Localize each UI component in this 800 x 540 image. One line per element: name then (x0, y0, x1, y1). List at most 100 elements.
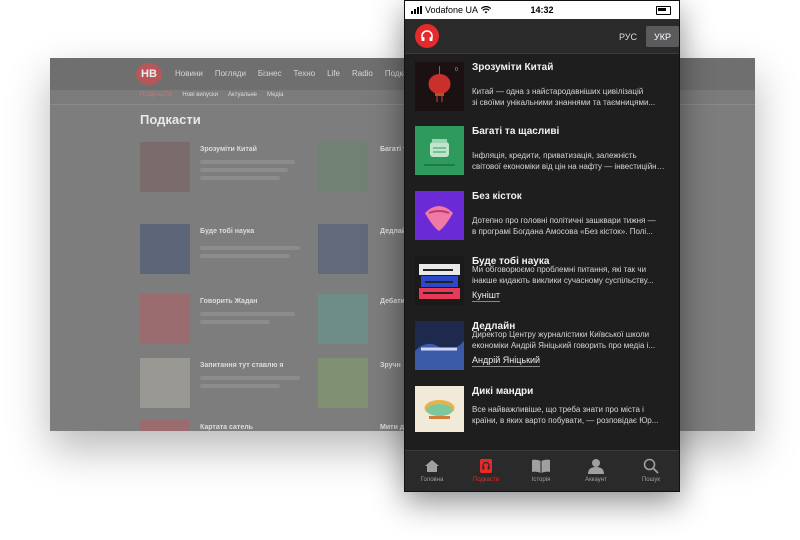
tab-label: Головна (420, 477, 444, 483)
lang-uk-button[interactable]: УКР (646, 26, 679, 47)
desktop-nav-item[interactable]: Техно (293, 69, 315, 78)
podcast-description: Дотепно про головні політичні зашквари т… (472, 215, 668, 237)
text-line (200, 376, 300, 380)
podcast-description: Китай — одна з найстародавніших цивіліза… (472, 86, 668, 108)
desktop-nav-item[interactable]: Новини (175, 69, 203, 78)
headphones-logo-icon[interactable] (415, 24, 439, 48)
podcast-cover (415, 256, 464, 305)
podcast-title: Багаті та щасливі (472, 126, 560, 137)
text-line (200, 384, 280, 388)
podcast-cover (415, 386, 464, 432)
desktop-podcast-row[interactable]: Картата сатель (140, 420, 410, 431)
tab-label: Аккаунт (585, 477, 607, 483)
desktop-thumb (140, 142, 190, 192)
desktop-thumb[interactable] (318, 294, 368, 344)
podcast-cover (415, 321, 464, 370)
desktop-row-title: Зрозуміти Китай (200, 146, 257, 153)
podcast-icon (480, 459, 492, 473)
text-line (200, 176, 280, 180)
podcast-item[interactable]: Багаті та щасливі Інфляція, кредити, при… (405, 118, 679, 183)
desktop-podcast-row[interactable]: Зрозуміти Китай (140, 142, 410, 192)
desktop-thumb (140, 420, 190, 431)
desktop-subnav-item[interactable]: Нові випуски (182, 92, 218, 98)
lang-ru-button[interactable]: РУС (611, 27, 645, 47)
desktop-nav-item[interactable]: Radio (352, 69, 373, 78)
desktop-subnav-items: ПОДКАСТИ Нові випуски Актуальне Медіа (140, 92, 283, 98)
podcast-description: Все найважливіше, що треба знати про міс… (472, 404, 668, 426)
desktop-subnav-item[interactable]: ПОДКАСТИ (140, 92, 172, 98)
status-time: 14:32 (530, 5, 554, 15)
text-line (200, 168, 288, 172)
desktop-thumb[interactable] (318, 142, 368, 192)
podcast-title: Дикі мандри (472, 386, 534, 397)
desktop-row-title: Говорить Жадан (200, 298, 258, 305)
tab-label: Історія (531, 477, 551, 483)
app-header: РУС УКР (405, 19, 679, 54)
search-icon (643, 458, 659, 474)
bottom-tab-bar: Головна Подкасти Історія Аккаунт Пошук (405, 450, 679, 491)
desktop-podcast-row[interactable]: Буде тобі наука (140, 224, 410, 274)
desktop-nav-item[interactable]: Погляди (215, 69, 246, 78)
desktop-logo[interactable]: НВ (136, 63, 162, 85)
text-line (200, 312, 295, 316)
description-line: інакше кидають виклики сучасному суспіль… (472, 276, 654, 285)
podcast-description: Директор Центру журналістики Київської ш… (472, 329, 668, 351)
desktop-thumb (140, 224, 190, 274)
description-line: Директор Центру журналістики Київської ш… (472, 330, 650, 339)
podcast-list: 0 Зрозуміти Китай Китай — одна з найстар… (405, 54, 679, 432)
tab-label: Подкасти (472, 477, 500, 483)
desktop-subnav-item[interactable]: Медіа (267, 92, 283, 98)
desktop-thumb[interactable] (318, 358, 368, 408)
book-icon (532, 459, 550, 473)
desktop-nav-items: Новини Погляди Бізнес Техно Life Radio П… (175, 69, 420, 78)
podcast-item[interactable]: Буде тобі наука Ми обговорюємо проблемні… (405, 248, 679, 313)
text-line (200, 254, 290, 258)
text-line (200, 160, 295, 164)
description-line: Китай — одна з найстародавніших цивіліза… (472, 87, 644, 96)
desktop-thumb (140, 358, 190, 408)
tab-search[interactable]: Пошук (626, 457, 676, 483)
user-icon (588, 459, 604, 474)
tab-account[interactable]: Аккаунт (571, 457, 621, 483)
desktop-row-title: Мити д (380, 424, 405, 431)
podcast-item[interactable]: Без кісток Дотепно про головні політичні… (405, 183, 679, 248)
desktop-thumb (140, 294, 190, 344)
podcast-title: Зрозуміти Китай (472, 62, 554, 73)
description-line: Все найважливіше, що треба знати про міс… (472, 405, 644, 414)
podcast-item[interactable]: 0 Зрозуміти Китай Китай — одна з найстар… (405, 54, 679, 119)
podcast-title: Без кісток (472, 191, 522, 202)
podcast-description: Інфляція, кредити, приватизація, залежні… (472, 150, 668, 172)
podcast-item[interactable]: Дедлайн Директор Центру журналістики Киї… (405, 313, 679, 378)
description-line: Ми обговорюємо проблемні питання, які та… (472, 265, 647, 274)
desktop-nav-item[interactable]: Life (327, 69, 340, 78)
tab-home[interactable]: Головна (407, 457, 457, 483)
desktop-podcast-row[interactable]: Говорить Жадан (140, 294, 410, 344)
tab-label: Пошук (641, 477, 661, 483)
desktop-row-title: Запитання тут ставлю я (200, 362, 284, 369)
desktop-row-title: Картата сатель (200, 424, 253, 431)
battery-icon (656, 6, 671, 15)
description-line: в програмі Богдана Амосова «Без кісток».… (472, 227, 653, 236)
podcast-cover: 0 (415, 62, 464, 111)
description-line: Інфляція, кредити, приватизація, залежні… (472, 151, 637, 160)
description-line: економіки Андрій Яніцький говорить про м… (472, 341, 656, 350)
tab-history[interactable]: Історія (516, 457, 566, 483)
text-line (200, 246, 300, 250)
desktop-subnav-item[interactable]: Актуальне (228, 92, 257, 98)
description-line: зі своїми унікальними знаннями та таємни… (472, 98, 656, 107)
podcast-cover (415, 191, 464, 240)
desktop-row-title: Буде тобі наука (200, 228, 255, 235)
desktop-nav-item[interactable]: Бізнес (258, 69, 282, 78)
podcast-item[interactable]: Дикі мандри Все найважливіше, що треба з… (405, 378, 679, 432)
tab-podcasts[interactable]: Подкасти (461, 457, 511, 483)
svg-text:0: 0 (455, 67, 458, 73)
description-line: Дотепно про головні політичні зашквари т… (472, 216, 656, 225)
phone-screen: Vodafone UA 14:32 РУС УКР 0 Зрозуміти Ки… (404, 0, 680, 492)
desktop-thumb[interactable] (318, 224, 368, 274)
podcast-author[interactable]: Кунішт (472, 290, 501, 302)
podcast-cover (415, 126, 464, 175)
desktop-podcast-row[interactable]: Запитання тут ставлю я (140, 358, 410, 408)
podcast-author[interactable]: Андрій Яніцький (472, 355, 541, 367)
home-icon (425, 460, 439, 472)
desktop-page-title: Подкасти (140, 112, 201, 127)
